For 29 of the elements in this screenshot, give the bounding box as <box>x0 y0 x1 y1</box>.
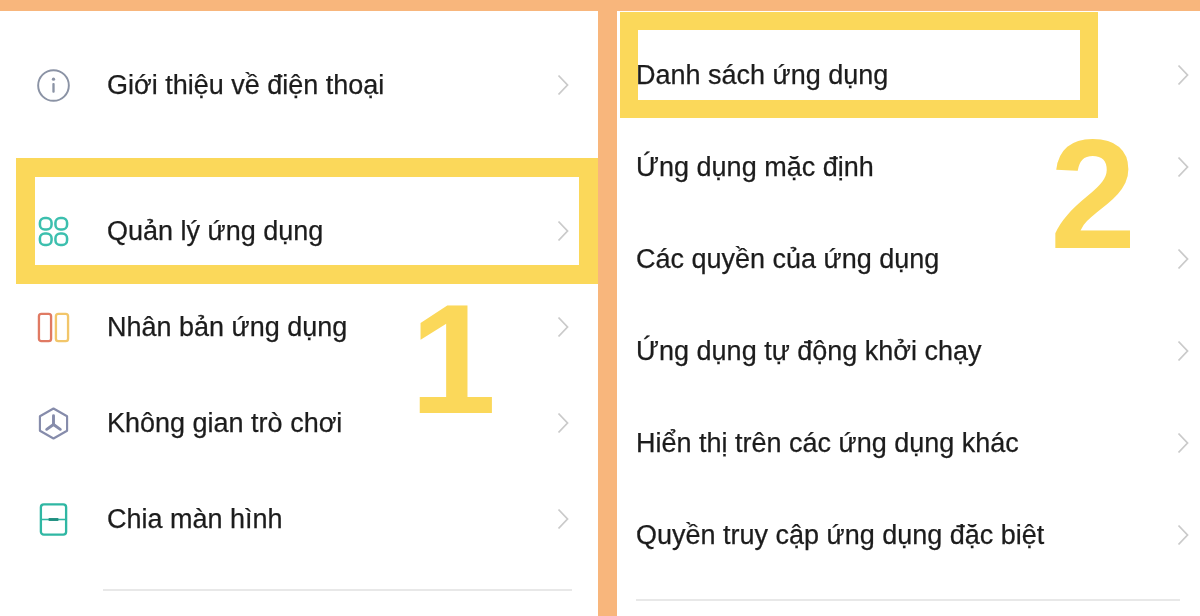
chevron-right-icon <box>1177 432 1189 454</box>
hexagon-icon <box>37 406 70 440</box>
menu-item[interactable]: Quyền truy cập ứng dụng đặc biệt <box>636 519 1045 551</box>
chevron-right-icon <box>1177 64 1189 86</box>
chevron-right-icon <box>557 220 569 242</box>
chevron-right-icon <box>1177 340 1189 362</box>
two-columns-icon <box>37 310 70 344</box>
app-grid-icon <box>37 214 70 248</box>
chevron-right-icon <box>1177 156 1189 178</box>
menu-item[interactable]: Danh sách ứng dụng <box>636 59 889 91</box>
menu-item[interactable]: Quản lý ứng dụng <box>107 215 324 247</box>
menu-item[interactable]: Chia màn hình <box>107 503 283 535</box>
menu-item[interactable]: Giới thiệu về điện thoại <box>107 69 385 101</box>
step-number: 2 <box>1050 117 1137 272</box>
info-icon <box>37 68 70 102</box>
menu-item[interactable]: Ứng dụng tự động khởi chạy <box>636 335 982 367</box>
chevron-right-icon <box>557 412 569 434</box>
menu-item[interactable]: Ứng dụng mặc định <box>636 151 874 183</box>
split-screen-icon <box>37 502 70 536</box>
menu-item[interactable]: Nhân bản ứng dụng <box>107 311 348 343</box>
step-number: 1 <box>410 282 497 437</box>
chevron-right-icon <box>1177 248 1189 270</box>
menu-item[interactable]: Các quyền của ứng dụng <box>636 243 940 275</box>
chevron-right-icon <box>557 508 569 530</box>
menu-item[interactable]: Không gian trò chơi <box>107 407 343 439</box>
chevron-right-icon <box>557 316 569 338</box>
chevron-right-icon <box>557 74 569 96</box>
chevron-right-icon <box>1177 524 1189 546</box>
menu-item[interactable]: Hiển thị trên các ứng dụng khác <box>636 427 1019 459</box>
